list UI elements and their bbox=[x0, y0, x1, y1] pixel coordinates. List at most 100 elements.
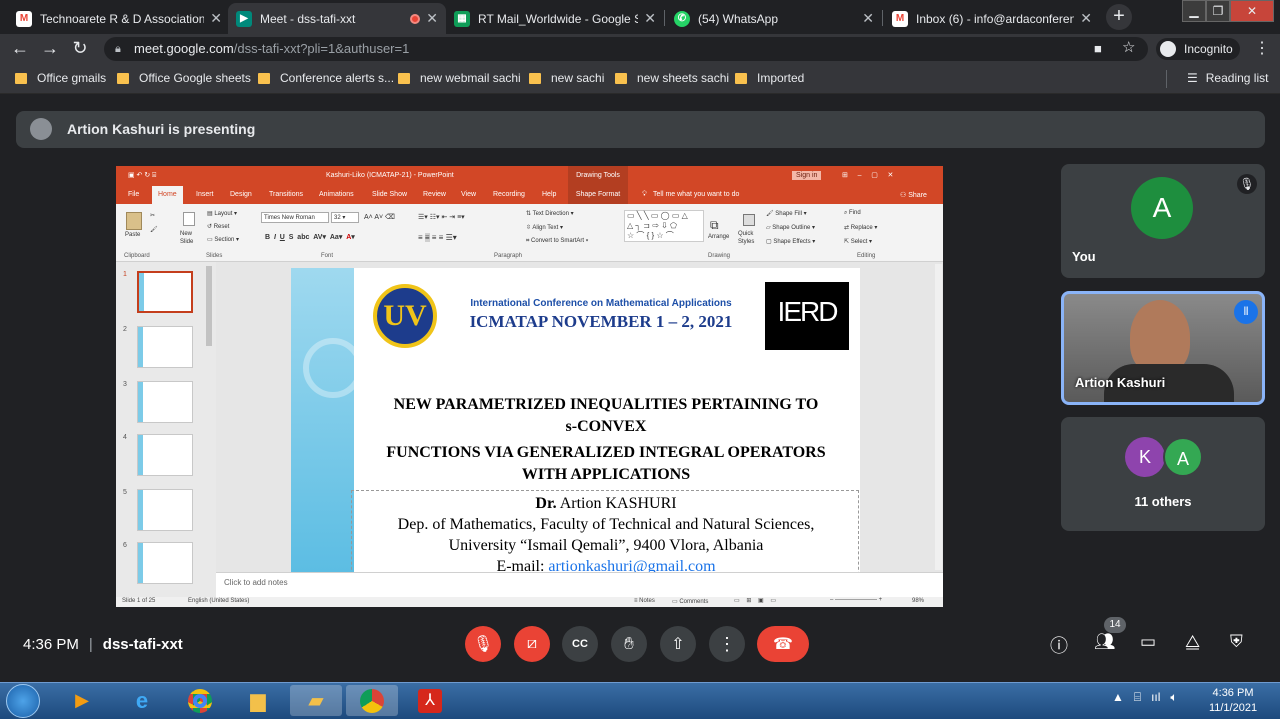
camera-icon[interactable]: ■ bbox=[1094, 37, 1102, 61]
restore-icon[interactable]: ❐ bbox=[1206, 0, 1230, 22]
people-icon[interactable]: 👥︎ bbox=[1094, 632, 1116, 652]
align-text-button[interactable]: ⇳ Align Text ▾ bbox=[526, 224, 563, 231]
ppt-tab-animations[interactable]: Animations bbox=[319, 191, 354, 198]
ppt-tab-design[interactable]: Design bbox=[230, 191, 252, 198]
reset-button[interactable]: ↺ Reset bbox=[207, 223, 229, 230]
forward-icon[interactable]: → bbox=[39, 38, 61, 59]
address-bar[interactable]: 🔒︎ meet.google.com/dss-tafi-xxt?pli=1&au… bbox=[104, 37, 1148, 61]
smartart-button[interactable]: ⌗ Convert to SmartArt ▾ bbox=[526, 238, 588, 245]
close-tab-icon[interactable]: ✕ bbox=[862, 10, 874, 27]
arrange-button[interactable]: Arrange bbox=[708, 234, 729, 240]
font-size-select[interactable]: 32 ▾ bbox=[331, 212, 359, 223]
reload-icon[interactable]: ↻ bbox=[69, 38, 91, 59]
font-name-select[interactable]: Times New Roman bbox=[261, 212, 329, 223]
tab-meet[interactable]: ▶ Meet - dss-tafi-xxt ✕ bbox=[228, 3, 446, 34]
align-icons[interactable]: ≡ ≡ ≡ ≡ ☰▾ bbox=[418, 233, 457, 242]
back-icon[interactable]: ← bbox=[9, 38, 31, 59]
close-tab-icon[interactable]: ✕ bbox=[1080, 10, 1092, 27]
chat-icon[interactable]: ▭ bbox=[1140, 632, 1156, 652]
shape-outline-button[interactable]: ▱ Shape Outline ▾ bbox=[766, 224, 815, 231]
internet-explorer-icon[interactable]: e bbox=[116, 685, 168, 716]
ppt-tab-view[interactable]: View bbox=[461, 191, 476, 198]
slide-thumbnail-2[interactable] bbox=[137, 326, 193, 368]
tab-rt-mail[interactable]: ▦ RT Mail_Worldwide - Google Sh ✕ bbox=[446, 3, 664, 34]
notes-pane[interactable]: Click to add notes bbox=[216, 572, 943, 597]
ppt-tab-review[interactable]: Review bbox=[423, 191, 446, 198]
ppt-tab-transitions[interactable]: Transitions bbox=[269, 191, 303, 198]
file-explorer-icon[interactable]: ▆ bbox=[232, 685, 284, 716]
camera-toggle-button[interactable]: ⧄ bbox=[514, 626, 550, 662]
menu-icon[interactable]: ⋮ bbox=[1254, 38, 1270, 58]
bookmark-folder[interactable]: new sachi bbox=[529, 71, 604, 85]
tray-icons[interactable]: ▲ ⌸ ııl 🔈︎ bbox=[1112, 690, 1178, 705]
host-controls-icon[interactable]: ⛨ bbox=[1230, 632, 1243, 652]
close-tab-icon[interactable]: ✕ bbox=[210, 10, 222, 27]
ppt-tab-help[interactable]: Help bbox=[542, 191, 556, 198]
ppt-tab-recording[interactable]: Recording bbox=[493, 191, 525, 198]
bullets-icon[interactable]: ☰▾ ☷▾ ⇤ ⇥ ≡▾ bbox=[418, 213, 465, 221]
raise-hand-button[interactable]: ✋︎ bbox=[611, 626, 647, 662]
close-tab-icon[interactable]: ✕ bbox=[644, 10, 656, 27]
email-link[interactable]: artionkashuri@gmail.com bbox=[548, 558, 715, 572]
ppt-tab-home[interactable]: Home bbox=[152, 186, 183, 204]
find-button[interactable]: ⌕ Find bbox=[844, 210, 861, 217]
more-options-button[interactable]: ⋮ bbox=[709, 626, 745, 662]
ppt-tab-slideshow[interactable]: Slide Show bbox=[372, 191, 407, 198]
text-direction-button[interactable]: ⇅ Text Direction ▾ bbox=[526, 210, 574, 217]
ppt-tab-shape-format[interactable]: Shape Format bbox=[568, 186, 628, 204]
media-player-icon[interactable]: ▶ bbox=[56, 685, 108, 716]
ppt-tab-insert[interactable]: Insert bbox=[196, 191, 214, 198]
activities-icon[interactable]: ⧋ bbox=[1185, 632, 1200, 652]
bookmark-folder[interactable]: Office Google sheets bbox=[117, 71, 251, 85]
chrome-icon[interactable] bbox=[174, 685, 226, 716]
reading-list[interactable]: ☰ Reading list bbox=[1187, 71, 1268, 85]
slide-thumbnail-3[interactable] bbox=[137, 381, 193, 423]
close-window-icon[interactable]: ✕ bbox=[1230, 0, 1274, 22]
captions-button[interactable]: CC bbox=[562, 626, 598, 662]
minimize-icon[interactable]: ▁ bbox=[1182, 0, 1206, 22]
chrome-active-icon[interactable] bbox=[346, 685, 398, 716]
quick-styles-button[interactable]: Quick Styles bbox=[738, 230, 762, 246]
meeting-details-icon[interactable]: ⓘ bbox=[1050, 632, 1068, 658]
slide-scrollbar[interactable] bbox=[935, 264, 942, 570]
start-button[interactable] bbox=[6, 684, 40, 718]
tile-others[interactable]: K A 11 others bbox=[1061, 417, 1265, 531]
tile-speaker[interactable]: ⦀ Artion Kashuri bbox=[1061, 291, 1265, 405]
bookmark-folder[interactable]: Conference alerts s... bbox=[258, 71, 394, 85]
layout-button[interactable]: ▤ Layout ▾ bbox=[207, 210, 237, 217]
section-button[interactable]: ▭ Section ▾ bbox=[207, 236, 239, 243]
format-painter-icon[interactable]: 🖌︎ bbox=[150, 226, 158, 233]
tile-you[interactable]: A 🎙︎ You bbox=[1061, 164, 1265, 278]
cut-icon[interactable]: ✂︎ bbox=[150, 212, 155, 219]
ppt-share[interactable]: ⚇ Share bbox=[900, 191, 927, 199]
mic-toggle-button[interactable]: 🎙︎ bbox=[465, 626, 501, 662]
present-button[interactable]: ⇧ bbox=[660, 626, 696, 662]
bookmark-folder[interactable]: Imported bbox=[735, 71, 804, 85]
new-slide-button[interactable]: New Slide bbox=[180, 230, 202, 246]
close-tab-icon[interactable]: ✕ bbox=[426, 10, 438, 27]
acrobat-icon[interactable]: ⅄ bbox=[404, 685, 456, 716]
zoom-slider[interactable]: – ——————— + bbox=[830, 597, 882, 603]
view-buttons[interactable]: ▭ ⊞ ▣ ▭ bbox=[734, 597, 776, 604]
clock[interactable]: 4:36 PM 11/1/2021 bbox=[1198, 686, 1268, 716]
font-style-buttons[interactable]: B I U S abc AV▾ Aa▾ A▾ bbox=[265, 233, 355, 241]
bookmark-folder[interactable]: new sheets sachi bbox=[615, 71, 729, 85]
tab-inbox[interactable]: M Inbox (6) - info@ardaconferenc ✕ bbox=[884, 3, 1100, 34]
thumbnail-scrollbar[interactable] bbox=[206, 266, 212, 346]
replace-button[interactable]: ⇄ Replace ▾ bbox=[844, 224, 877, 231]
font-grow-icon[interactable]: A˄ A˅ ⌫ bbox=[364, 213, 395, 221]
slide-thumbnail-4[interactable] bbox=[137, 434, 193, 476]
sticky-notes-icon[interactable]: ▰ bbox=[290, 685, 342, 716]
select-button[interactable]: ⇱ Select ▾ bbox=[844, 238, 872, 245]
incognito-badge[interactable]: Incognito bbox=[1156, 38, 1240, 60]
slide-thumbnail-1[interactable] bbox=[137, 271, 193, 313]
shape-fill-button[interactable]: 🖌︎ Shape Fill ▾ bbox=[766, 210, 807, 217]
slide-thumbnail-6[interactable] bbox=[137, 542, 193, 584]
bookmark-star-icon[interactable]: ☆ bbox=[1122, 36, 1135, 60]
tab-technoarete[interactable]: M Technoarete R & D Association ✕ bbox=[8, 3, 230, 34]
bookmark-folder[interactable]: new webmail sachi bbox=[398, 71, 521, 85]
shapes-gallery[interactable]: ▭ ╲ ╲ ▭ ◯ ▭ △ △ ┐ ⊐ ⇨ ⇩ ⬠ ☆ ⌒ { } ☆ ⌒ bbox=[624, 210, 704, 242]
ppt-tell-me[interactable]: Tell me what you want to do bbox=[653, 191, 739, 198]
ppt-tab-file[interactable]: File bbox=[128, 191, 139, 198]
tab-whatsapp[interactable]: ✆ (54) WhatsApp ✕ bbox=[666, 3, 882, 34]
